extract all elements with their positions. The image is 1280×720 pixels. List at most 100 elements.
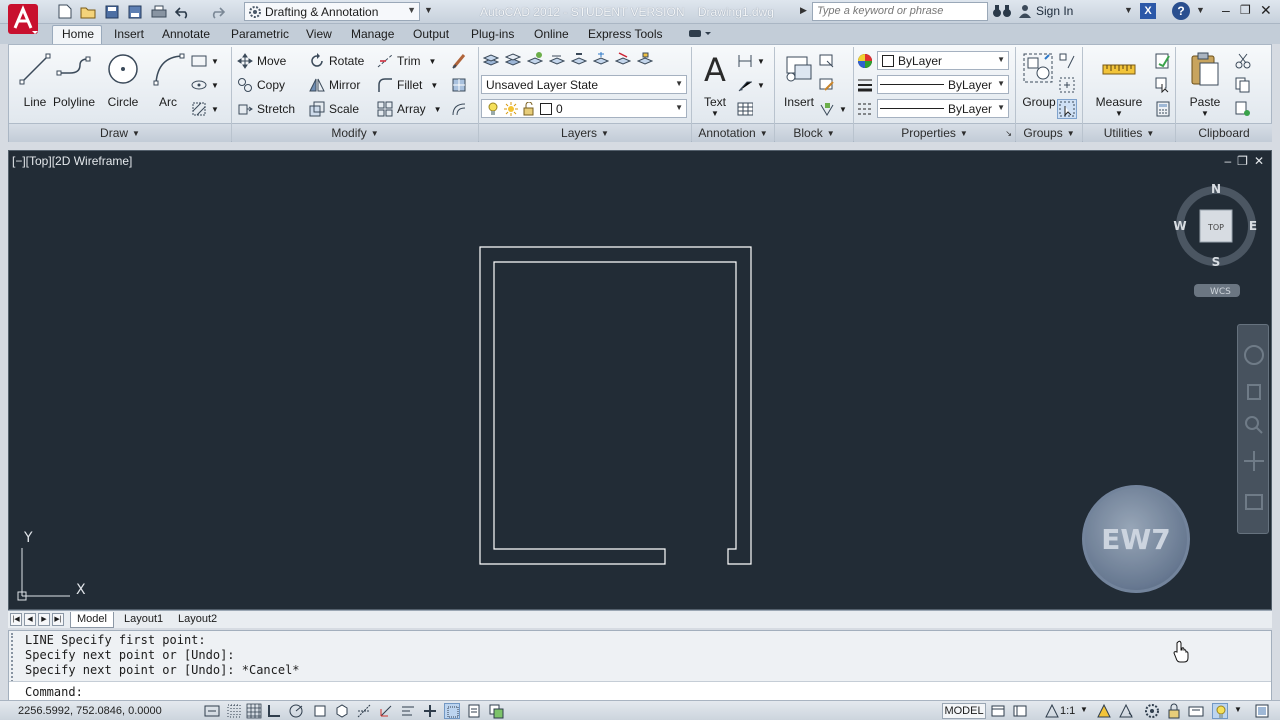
current-layer-dropdown[interactable]: 0 ▼ bbox=[481, 99, 687, 118]
polar-tracking-icon[interactable] bbox=[288, 703, 304, 719]
compass-south[interactable]: S bbox=[1212, 255, 1221, 269]
sign-in-button[interactable]: Sign In bbox=[1018, 4, 1073, 18]
hardware-acceleration-icon[interactable] bbox=[1188, 703, 1204, 719]
match-properties-tool[interactable] bbox=[857, 51, 873, 71]
rotate-tool[interactable]: Rotate bbox=[309, 51, 364, 71]
object-snap-icon[interactable] bbox=[312, 703, 328, 719]
lineweight-toggle-icon[interactable] bbox=[422, 703, 438, 719]
tab-layout2[interactable]: Layout2 bbox=[172, 612, 223, 628]
layer-match-icon[interactable] bbox=[527, 51, 543, 67]
tab-manage[interactable]: Manage bbox=[351, 27, 394, 41]
coordinate-readout[interactable]: 2256.5992, 752.0846, 0.0000 bbox=[18, 705, 162, 717]
insert-block-tool[interactable]: Insert bbox=[775, 49, 823, 119]
draw-panel-title[interactable]: Draw ▼ bbox=[9, 123, 231, 142]
block-panel-title[interactable]: Block ▼ bbox=[775, 123, 853, 142]
tab-output[interactable]: Output bbox=[413, 27, 449, 41]
compass-east[interactable]: E bbox=[1249, 219, 1257, 233]
isolate-objects-icon[interactable] bbox=[1212, 703, 1228, 719]
layer-state-icon[interactable] bbox=[505, 51, 521, 67]
annotation-panel-title[interactable]: Annotation ▼ bbox=[692, 123, 774, 142]
cut-tool[interactable] bbox=[1235, 51, 1251, 71]
tab-home[interactable]: Home bbox=[62, 27, 94, 41]
layer-previous-icon[interactable] bbox=[549, 51, 565, 67]
print-icon[interactable] bbox=[150, 3, 167, 20]
model-space-button[interactable]: MODEL bbox=[942, 703, 986, 719]
grid-display-icon[interactable] bbox=[246, 703, 262, 719]
paste-tool[interactable]: Paste ▼ bbox=[1181, 49, 1229, 119]
groups-panel-title[interactable]: Groups ▼ bbox=[1016, 123, 1082, 142]
group-edit-tool[interactable] bbox=[1059, 75, 1075, 95]
offset-tool[interactable] bbox=[451, 99, 467, 119]
calculator-tool[interactable] bbox=[1155, 99, 1171, 119]
clean-screen-icon[interactable] bbox=[1254, 703, 1270, 719]
erase-tool[interactable] bbox=[451, 51, 467, 71]
copy-base-tool[interactable] bbox=[1235, 99, 1251, 119]
color-dropdown[interactable]: ByLayer ▼ bbox=[877, 51, 1009, 70]
workspace-selector[interactable]: Drafting & Annotation ▼ bbox=[244, 2, 420, 21]
move-tool[interactable]: Move bbox=[237, 51, 286, 71]
quick-properties-icon[interactable] bbox=[466, 703, 482, 719]
rectangle-tool[interactable]: ▼ bbox=[191, 51, 219, 71]
help-icon[interactable]: ? bbox=[1172, 2, 1190, 20]
properties-panel-title[interactable]: Properties ▼ ↘ bbox=[854, 123, 1015, 142]
ribbon-minimize-icon[interactable] bbox=[688, 28, 712, 40]
search-expand-icon[interactable]: ▶ bbox=[800, 5, 807, 16]
polyline-tool[interactable]: Polyline bbox=[49, 49, 99, 119]
tab-online[interactable]: Online bbox=[534, 27, 569, 41]
save-icon[interactable] bbox=[103, 3, 120, 20]
lock-ui-icon[interactable] bbox=[1166, 703, 1182, 719]
lineweight-dropdown[interactable]: ByLayer ▼ bbox=[877, 75, 1009, 94]
tab-plugins[interactable]: Plug-ins bbox=[471, 27, 514, 41]
qat-customize-icon[interactable]: ▼ bbox=[424, 5, 433, 15]
chevron-down-icon[interactable]: ▼ bbox=[1080, 705, 1088, 714]
ellipse-tool[interactable]: ▼ bbox=[191, 75, 219, 95]
status-dropdown-icon[interactable]: ▼ bbox=[1234, 705, 1242, 714]
dynamic-input-icon[interactable] bbox=[400, 703, 416, 719]
table-tool[interactable] bbox=[737, 99, 753, 119]
tab-express-tools[interactable]: Express Tools bbox=[588, 27, 662, 41]
tab-layout1[interactable]: Layout1 bbox=[118, 612, 169, 628]
viewport-restore-icon[interactable]: ❐ bbox=[1237, 154, 1248, 168]
outer-wall-polyline[interactable] bbox=[479, 246, 752, 565]
quick-select-tool[interactable] bbox=[1155, 51, 1171, 71]
annotation-visibility-icon[interactable] bbox=[1096, 703, 1112, 719]
block-attribute-tool[interactable]: ▼ bbox=[819, 99, 847, 119]
ortho-mode-icon[interactable] bbox=[266, 703, 282, 719]
snap-mode-icon[interactable] bbox=[226, 703, 242, 719]
leader-tool[interactable]: ▼ bbox=[737, 75, 765, 95]
3d-object-snap-icon[interactable] bbox=[334, 703, 350, 719]
utilities-panel-title[interactable]: Utilities ▼ bbox=[1083, 123, 1175, 142]
explode-tool[interactable] bbox=[451, 75, 467, 95]
tab-view[interactable]: View bbox=[306, 27, 332, 41]
linetype-dropdown[interactable]: ByLayer ▼ bbox=[877, 99, 1009, 118]
hatch-tool[interactable]: ▼ bbox=[191, 99, 219, 119]
viewcube[interactable]: TOP N S E W WCS bbox=[1173, 182, 1257, 297]
viewport-controls-label[interactable]: [−][Top][2D Wireframe] bbox=[12, 154, 132, 168]
next-tab-icon[interactable]: ▶ bbox=[38, 613, 50, 626]
select-all-tool[interactable] bbox=[1155, 75, 1171, 95]
tab-insert[interactable]: Insert bbox=[114, 27, 144, 41]
command-window[interactable]: LINE Specify first point: Specify next p… bbox=[8, 630, 1272, 700]
save-as-icon[interactable] bbox=[126, 3, 143, 20]
object-snap-tracking-icon[interactable] bbox=[356, 703, 372, 719]
layer-lock-icon[interactable] bbox=[637, 51, 653, 67]
stretch-tool[interactable]: Stretch bbox=[237, 99, 295, 119]
copy-tool[interactable]: Copy bbox=[237, 75, 285, 95]
selection-cycling-icon[interactable] bbox=[488, 703, 504, 719]
layer-off-icon[interactable] bbox=[615, 51, 631, 67]
group-tool[interactable]: Group bbox=[1015, 49, 1063, 119]
dynamic-ucs-icon[interactable] bbox=[378, 703, 394, 719]
open-folder-icon[interactable] bbox=[79, 3, 96, 20]
layer-isolate-icon[interactable] bbox=[571, 51, 587, 67]
command-input-field[interactable] bbox=[9, 682, 1271, 700]
navigation-bar[interactable] bbox=[1237, 324, 1269, 534]
viewport-minimize-icon[interactable]: – bbox=[1224, 154, 1231, 168]
panel-launcher-icon[interactable]: ↘ bbox=[1005, 129, 1012, 138]
annotation-scale-icon[interactable] bbox=[1044, 703, 1060, 719]
fillet-tool[interactable]: Fillet ▼ bbox=[377, 75, 438, 95]
ungroup-tool[interactable] bbox=[1059, 51, 1075, 71]
mirror-tool[interactable]: Mirror bbox=[309, 75, 360, 95]
quick-view-drawings-icon[interactable] bbox=[1012, 703, 1028, 719]
tab-annotate[interactable]: Annotate bbox=[162, 27, 210, 41]
redo-icon[interactable] bbox=[208, 3, 225, 20]
